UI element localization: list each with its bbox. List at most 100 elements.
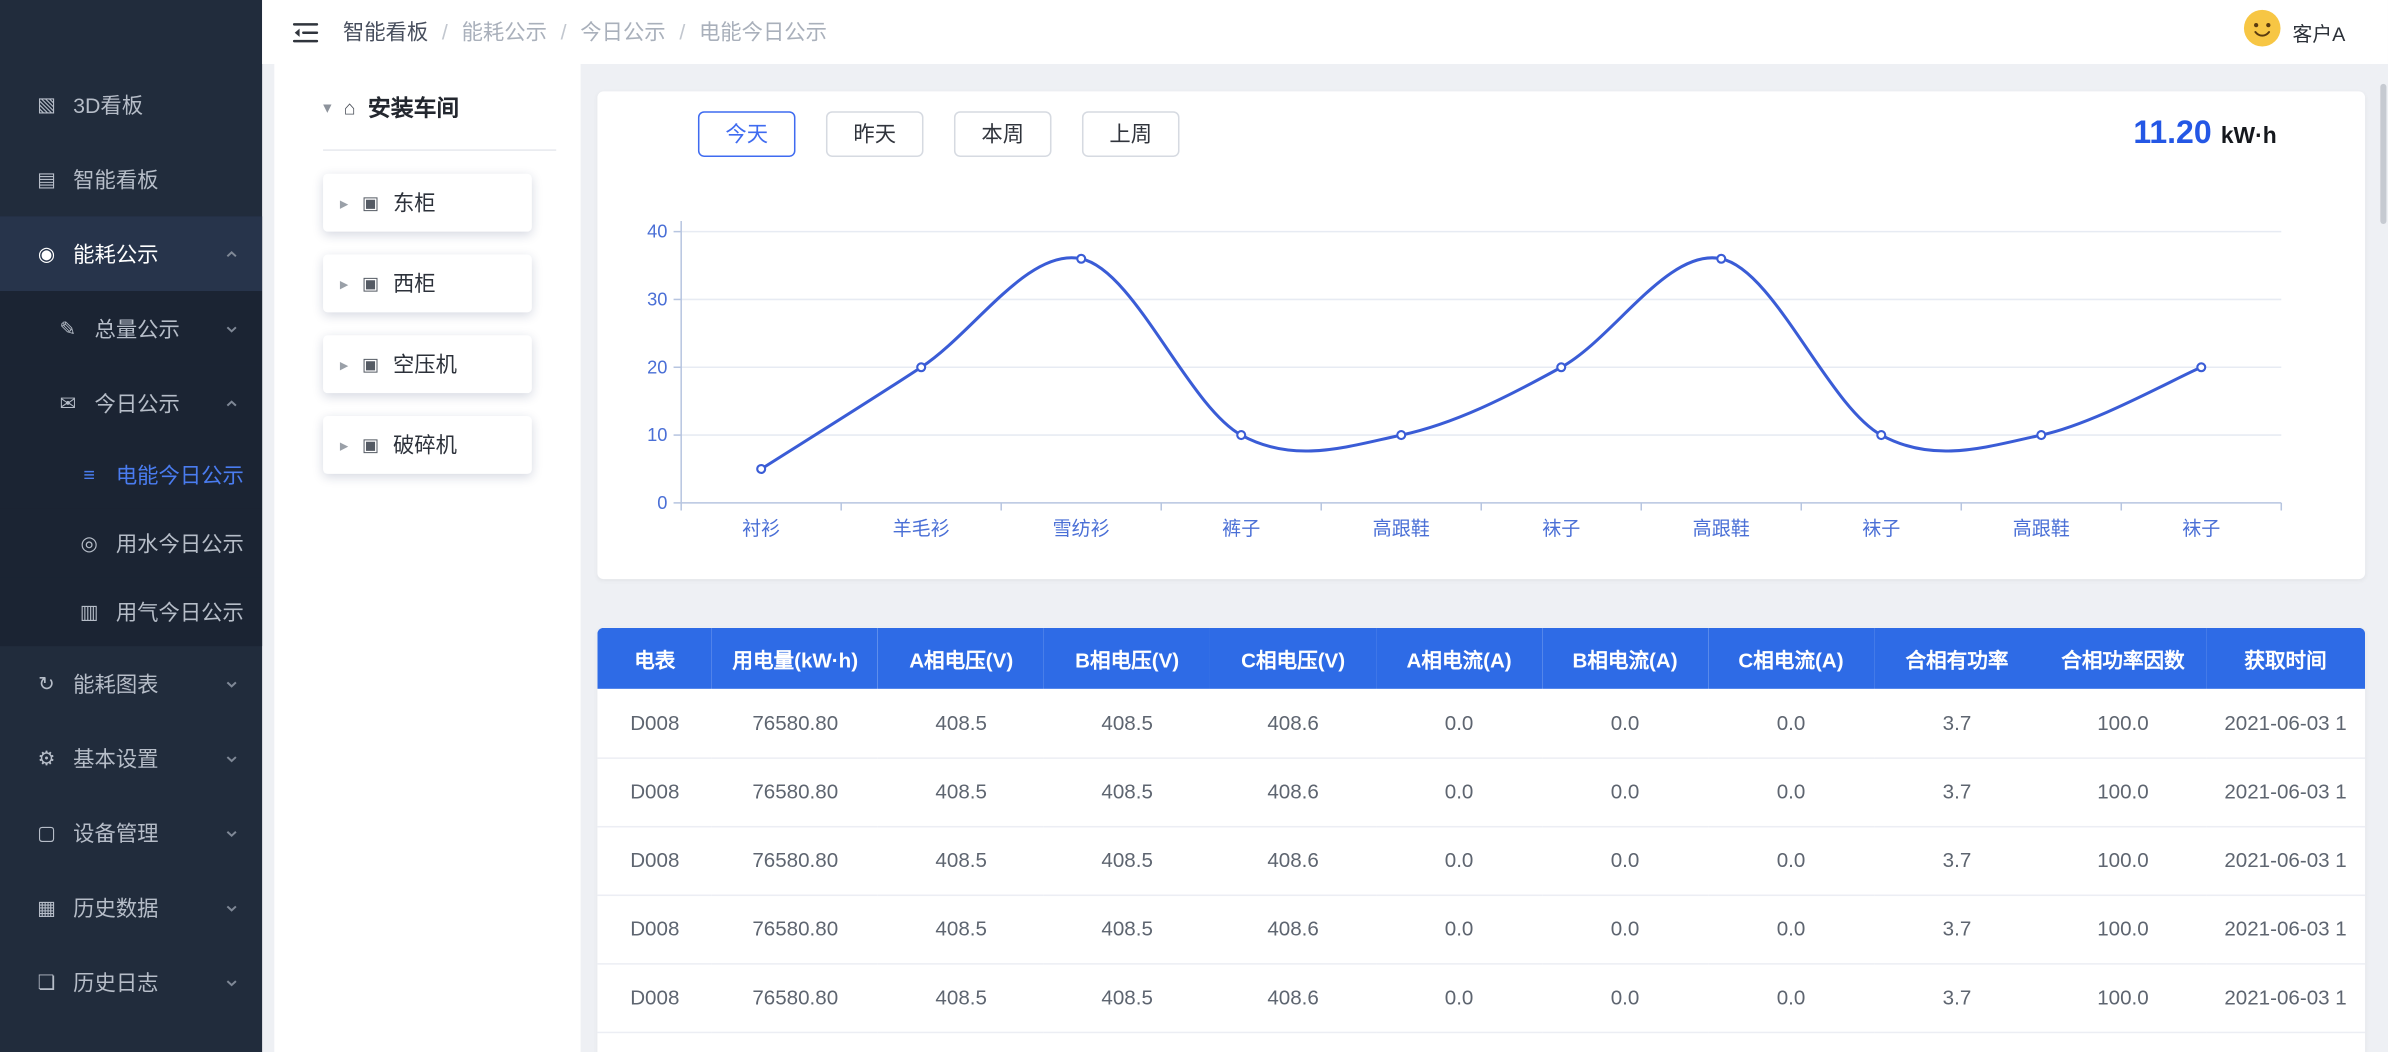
column-header: 电表 — [597, 628, 712, 689]
table-cell: 0.0 — [1376, 1032, 1542, 1052]
table-cell: 2021-06-03 1 — [2206, 757, 2365, 826]
caret-down-icon[interactable]: ▾ — [323, 97, 331, 117]
table-cell: 0.0 — [1376, 757, 1542, 826]
tree-root-label: 安装车间 — [368, 91, 459, 123]
sidebar-item-device-management[interactable]: ▢设备管理 — [0, 795, 262, 870]
breadcrumb-item[interactable]: 能耗公示 — [462, 17, 547, 47]
table-cell: 408.5 — [1044, 895, 1210, 964]
chevron-up-icon — [224, 395, 239, 410]
date-range-tabs: 今天昨天本周上周 — [698, 111, 1180, 157]
chevron-down-icon — [224, 321, 239, 336]
range-tab-today[interactable]: 今天 — [698, 111, 796, 157]
table-cell: 3.7 — [1874, 826, 2040, 895]
chart-card: 今天昨天本周上周 11.20 kW·h 010203040衬衫羊毛衫雪纺衫裤子高… — [597, 91, 2365, 579]
column-header: A相电压(V) — [878, 628, 1044, 689]
total-energy-value: 11.20 — [2133, 116, 2211, 153]
table-cell: 0.0 — [1376, 963, 1542, 1032]
column-header: B相电压(V) — [1044, 628, 1210, 689]
energy-icon: ◉ — [34, 242, 60, 266]
topbar: 智能看板/能耗公示/今日公示/电能今日公示 客户A — [262, 0, 2388, 64]
table-cell: D008 — [597, 826, 712, 895]
table-cell: 408.6 — [1210, 689, 1376, 758]
sidebar-item-history-data[interactable]: ▦历史数据 — [0, 870, 262, 945]
refresh-icon: ↻ — [34, 671, 60, 695]
scrollbar[interactable] — [2380, 84, 2386, 224]
table-row: D00876580.80408.5408.5408.60.00.00.03.71… — [597, 1032, 2365, 1052]
breadcrumb-separator: / — [561, 20, 567, 44]
table-cell: 408.6 — [1210, 1032, 1376, 1052]
sidebar-item-electric-today[interactable]: ≡电能今日公示 — [0, 440, 262, 509]
tree-node-crusher[interactable]: ▸▣破碎机 — [323, 416, 532, 474]
meter-readings-table: 电表用电量(kW·h)A相电压(V)B相电压(V)C相电压(V)A相电流(A)B… — [597, 628, 2365, 1052]
sidebar-item-gas-today[interactable]: ▥用气今日公示 — [0, 578, 262, 647]
chevron-down-icon — [224, 676, 239, 691]
range-tab-last-week[interactable]: 上周 — [1082, 111, 1180, 157]
column-header: B相电流(A) — [1542, 628, 1708, 689]
table-cell: 408.5 — [878, 963, 1044, 1032]
target-icon: ◎ — [76, 531, 102, 555]
table-cell: 76580.80 — [712, 1032, 878, 1052]
breadcrumb-item[interactable]: 智能看板 — [343, 17, 428, 47]
sidebar-item-smart-board[interactable]: ▤智能看板 — [0, 142, 262, 217]
cube-icon: ▧ — [34, 92, 60, 116]
caret-right-icon[interactable]: ▸ — [340, 193, 348, 213]
sidebar-item-3d-board[interactable]: ▧3D看板 — [0, 67, 262, 142]
tree-node-air-compressor[interactable]: ▸▣空压机 — [323, 335, 532, 393]
range-tab-this-week[interactable]: 本周 — [954, 111, 1052, 157]
caret-right-icon[interactable]: ▸ — [340, 274, 348, 294]
tree-node-east-cabinet[interactable]: ▸▣东柜 — [323, 174, 532, 232]
svg-text:袜子: 袜子 — [2182, 518, 2220, 540]
table-cell: 408.5 — [1044, 826, 1210, 895]
total-energy: 11.20 kW·h — [2133, 116, 2276, 153]
svg-text:0: 0 — [657, 492, 667, 513]
table-cell: D008 — [597, 689, 712, 758]
cabinet-icon: ▣ — [362, 434, 379, 455]
table-cell: 408.5 — [1044, 757, 1210, 826]
chevron-up-icon — [224, 246, 239, 261]
sidebar-item-energy-publicity[interactable]: ◉能耗公示 — [0, 216, 262, 291]
table-cell: 76580.80 — [712, 963, 878, 1032]
column-header: 用电量(kW·h) — [712, 628, 878, 689]
table-cell: 0.0 — [1542, 895, 1708, 964]
range-tab-yesterday[interactable]: 昨天 — [826, 111, 924, 157]
caret-right-icon[interactable]: ▸ — [340, 354, 348, 374]
user-menu[interactable]: 客户A — [2244, 9, 2346, 55]
table-cell: 76580.80 — [712, 757, 878, 826]
chevron-down-icon — [224, 825, 239, 840]
table-cell: 408.6 — [1210, 895, 1376, 964]
table-cell: 0.0 — [1542, 757, 1708, 826]
sidebar-item-total-publicity[interactable]: ✎总量公示 — [0, 291, 262, 366]
collapse-menu-icon[interactable] — [293, 21, 319, 44]
tree-node-west-cabinet[interactable]: ▸▣西柜 — [323, 254, 532, 312]
table-cell: 100.0 — [2040, 826, 2206, 895]
column-header: 合相功率因数 — [2040, 628, 2206, 689]
line-chart[interactable]: 010203040衬衫羊毛衫雪纺衫裤子高跟鞋袜子高跟鞋袜子高跟鞋袜子 — [631, 201, 2330, 544]
table-cell: D008 — [597, 963, 712, 1032]
table-row: D00876580.80408.5408.5408.60.00.00.03.71… — [597, 963, 2365, 1032]
caret-right-icon[interactable]: ▸ — [340, 435, 348, 455]
table-cell: 3.7 — [1874, 963, 2040, 1032]
table-cell: 408.6 — [1210, 826, 1376, 895]
sidebar-item-history-logs[interactable]: ❏历史日志 — [0, 945, 262, 1020]
breadcrumb-item[interactable]: 电能今日公示 — [699, 17, 827, 47]
sidebar-item-basic-settings[interactable]: ⚙基本设置 — [0, 721, 262, 796]
table-cell: 0.0 — [1542, 826, 1708, 895]
table-cell: 408.5 — [878, 826, 1044, 895]
svg-text:30: 30 — [647, 289, 667, 310]
tree-root[interactable]: ▾ ⌂ 安装车间 — [323, 64, 556, 151]
table-cell: 0.0 — [1542, 963, 1708, 1032]
table-cell: 0.0 — [1376, 826, 1542, 895]
breadcrumb-item[interactable]: 今日公示 — [580, 17, 665, 47]
table-cell: 0.0 — [1708, 895, 1874, 964]
sidebar-item-water-today[interactable]: ◎用水今日公示 — [0, 509, 262, 578]
table-cell: 2021-06-03 1 — [2206, 963, 2365, 1032]
breadcrumb: 智能看板/能耗公示/今日公示/电能今日公示 — [343, 17, 827, 47]
table-card: 电表用电量(kW·h)A相电压(V)B相电压(V)C相电压(V)A相电流(A)B… — [597, 628, 2365, 1052]
sidebar-item-energy-charts[interactable]: ↻能耗图表 — [0, 646, 262, 721]
log-icon: ❏ — [34, 970, 60, 994]
column-header: A相电流(A) — [1376, 628, 1542, 689]
table-cell: 0.0 — [1708, 963, 1874, 1032]
table-cell: 2021-06-03 1 — [2206, 689, 2365, 758]
sidebar-item-today-publicity[interactable]: ✉今日公示 — [0, 366, 262, 441]
column-header: C相电压(V) — [1210, 628, 1376, 689]
